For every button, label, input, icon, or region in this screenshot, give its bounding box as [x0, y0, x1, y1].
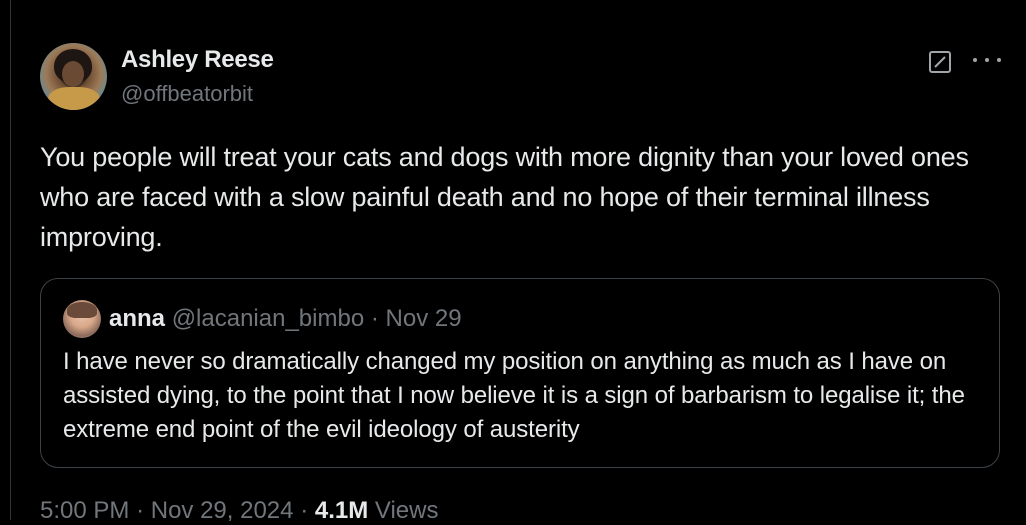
author-handle[interactable]: @offbeatorbit [121, 81, 253, 107]
tweet-footer: 5:00 PM · Nov 29, 2024 · 4.1M Views [40, 497, 438, 525]
author-name[interactable]: Ashley Reese [121, 46, 274, 74]
quoted-tweet-header: anna @lacanian_bimbo · Nov 29 [109, 305, 462, 333]
quoted-tweet-text: I have never so dramatically changed my … [63, 348, 965, 443]
quoted-author-name[interactable]: anna [109, 305, 165, 332]
quoted-tweet[interactable]: anna @lacanian_bimbo · Nov 29 I have nev… [40, 278, 1000, 468]
author-avatar[interactable] [40, 43, 107, 110]
quoted-date[interactable]: Nov 29 [386, 305, 462, 332]
grok-icon[interactable] [929, 51, 951, 73]
more-options-icon[interactable] [973, 48, 1001, 72]
tweet-text: You people will treat your cats and dogs… [40, 142, 969, 252]
quoted-separator: · [370, 305, 379, 332]
timeline-divider [10, 0, 11, 520]
quoted-author-avatar[interactable] [63, 300, 101, 338]
tweet: Ashley Reese @offbeatorbit You people wi… [40, 0, 1002, 524]
quoted-author-handle[interactable]: @lacanian_bimbo [172, 305, 364, 332]
